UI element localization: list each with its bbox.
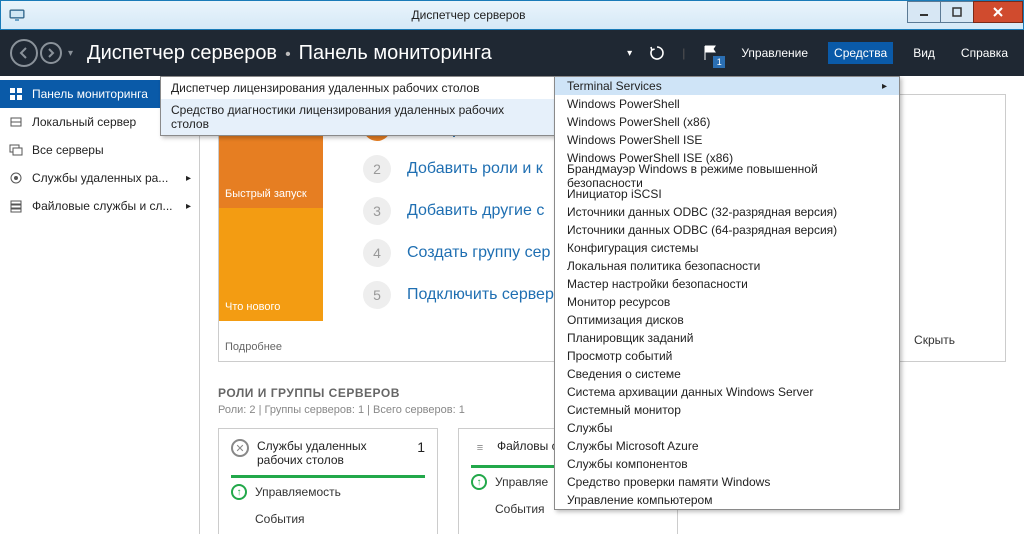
close-button[interactable] <box>973 1 1023 23</box>
app-icon <box>5 3 29 27</box>
welcome-step-label: Подключить сервер <box>407 286 554 304</box>
welcome-step-label: Создать группу сер <box>407 244 550 262</box>
menu-manage[interactable]: Управление <box>735 42 814 64</box>
tools-menu-item[interactable]: Мастер настройки безопасности <box>555 275 899 293</box>
welcome-quickstart-label: Быстрый запуск <box>225 188 307 200</box>
tools-menu-item[interactable]: Управление компьютером <box>555 491 899 509</box>
role-row-label: События <box>255 512 305 526</box>
nav-file-services[interactable]: Файловые службы и сл... ▸ <box>0 192 199 220</box>
role-row-events[interactable]: События <box>231 506 425 532</box>
tools-menu-item[interactable]: Windows PowerShell ISE <box>555 131 899 149</box>
nav-label: Панель мониторинга <box>32 87 148 101</box>
servers-icon <box>8 142 24 158</box>
menu-item-rd-licensing-manager[interactable]: Диспетчер лицензирования удаленных рабоч… <box>161 77 554 99</box>
role-count: 1 <box>417 439 425 455</box>
menu-help[interactable]: Справка <box>955 42 1014 64</box>
header-bar: ▾ Диспетчер серверов • Панель мониторинг… <box>0 30 1024 76</box>
tools-menu-item[interactable]: Источники данных ODBC (32-разрядная верс… <box>555 203 899 221</box>
tools-menu-item[interactable]: Системный монитор <box>555 401 899 419</box>
left-nav: Панель мониторинга Локальный сервер Все … <box>0 76 200 534</box>
nav-label: Все серверы <box>32 143 104 157</box>
breadcrumb-root[interactable]: Диспетчер серверов <box>87 42 277 65</box>
terminal-services-submenu: Диспетчер лицензирования удаленных рабоч… <box>160 76 555 136</box>
welcome-learnmore-label: Подробнее <box>225 341 282 353</box>
tools-menu-item[interactable]: Оптимизация дисков <box>555 311 899 329</box>
nav-forward-button[interactable] <box>40 42 62 64</box>
tools-menu-item[interactable]: Службы <box>555 419 899 437</box>
minimize-button[interactable] <box>907 1 941 23</box>
tools-menu-item[interactable]: Монитор ресурсов <box>555 293 899 311</box>
nav-label: Локальный сервер <box>32 115 136 129</box>
menu-view[interactable]: Вид <box>907 42 941 64</box>
tools-menu-item[interactable]: Службы Microsoft Azure <box>555 437 899 455</box>
nav-all-servers[interactable]: Все серверы <box>0 136 199 164</box>
maximize-button[interactable] <box>940 1 974 23</box>
rds-icon <box>8 170 24 186</box>
tools-menu-item[interactable]: Просмотр событий <box>555 347 899 365</box>
role-row-label: Управляе <box>495 475 548 489</box>
tools-menu-item[interactable]: Сведения о системе <box>555 365 899 383</box>
breadcrumb: Диспетчер серверов • Панель мониторинга <box>87 42 492 65</box>
tools-menu-item[interactable]: Планировщик заданий <box>555 329 899 347</box>
window-title: Диспетчер серверов <box>29 8 908 22</box>
header-dropdown-icon[interactable]: ▾ <box>627 48 632 59</box>
welcome-whatsnew-tab[interactable]: Что нового <box>219 208 323 321</box>
role-row-label: События <box>495 502 545 516</box>
role-row-manageability[interactable]: ↑ Управляемость <box>231 478 425 506</box>
submenu-arrow-icon: ▸ <box>882 81 887 92</box>
dashboard-icon <box>8 86 24 102</box>
refresh-icon[interactable] <box>646 42 668 64</box>
role-card-rds[interactable]: ✕ Службы удаленных рабочих столов 1 ↑ Упр… <box>218 428 438 534</box>
welcome-step-label: Добавить другие с <box>407 202 544 220</box>
tools-menu-item[interactable]: Источники данных ODBC (64-разрядная верс… <box>555 221 899 239</box>
nav-remote-desktop-services[interactable]: Службы удаленных ра... ▸ <box>0 164 199 192</box>
welcome-learnmore-tab[interactable]: Подробнее <box>219 321 323 361</box>
role-icon: ≡ <box>471 439 489 457</box>
chevron-right-icon: ▸ <box>186 173 191 184</box>
role-icon: ✕ <box>231 439 249 457</box>
tools-menu-item[interactable]: Windows PowerShell <box>555 95 899 113</box>
welcome-step-label: Добавить роли и к <box>407 160 543 178</box>
tools-menu-item[interactable]: Система архивации данных Windows Server <box>555 383 899 401</box>
chevron-right-icon: ▸ <box>186 201 191 212</box>
tools-dropdown-menu: Terminal Services▸Windows PowerShellWind… <box>554 76 900 510</box>
nav-dropdown-icon[interactable]: ▾ <box>68 48 73 59</box>
notifications-badge: 1 <box>713 56 725 68</box>
notifications-flag-icon[interactable]: 1 <box>699 42 721 64</box>
arrow-up-icon: ↑ <box>231 484 247 500</box>
breadcrumb-separator-icon: • <box>285 46 291 64</box>
tools-menu-item[interactable]: Средство проверки памяти Windows <box>555 473 899 491</box>
nav-label: Службы удаленных ра... <box>32 171 168 185</box>
welcome-whatsnew-label: Что нового <box>225 301 280 313</box>
tools-menu-item[interactable]: Службы компонентов <box>555 455 899 473</box>
window-titlebar: Диспетчер серверов <box>0 0 1024 30</box>
server-icon <box>8 114 24 130</box>
tools-menu-item[interactable]: Windows PowerShell (x86) <box>555 113 899 131</box>
tools-menu-item[interactable]: Локальная политика безопасности <box>555 257 899 275</box>
files-icon <box>8 198 24 214</box>
nav-label: Файловые службы и сл... <box>32 199 173 213</box>
role-title: Службы удаленных рабочих столов <box>257 439 409 467</box>
breadcrumb-page[interactable]: Панель мониторинга <box>299 42 492 65</box>
role-row-label: Управляемость <box>255 485 341 499</box>
menu-item-rd-licensing-diagnoser[interactable]: Средство диагностики лицензирования удал… <box>161 99 554 135</box>
arrow-up-icon: ↑ <box>471 474 487 490</box>
hide-welcome-link[interactable]: Скрыть <box>914 333 955 347</box>
menu-tools[interactable]: Средства <box>828 42 893 64</box>
tools-menu-item[interactable]: Terminal Services▸ <box>555 77 899 95</box>
tools-menu-item[interactable]: Конфигурация системы <box>555 239 899 257</box>
tools-menu-item[interactable]: Брандмауэр Windows в режиме повышенной б… <box>555 167 899 185</box>
nav-back-button[interactable] <box>10 39 38 67</box>
